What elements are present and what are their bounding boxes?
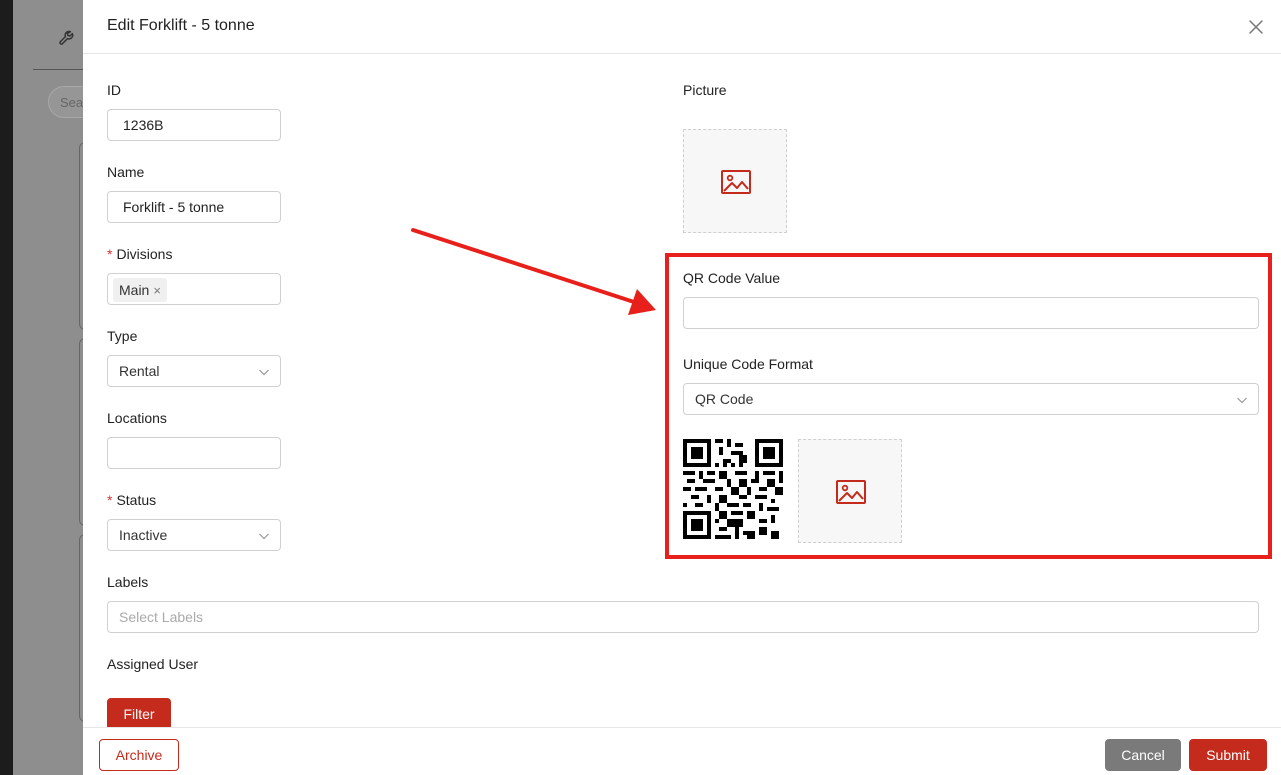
background-app: Sea <box>13 0 83 775</box>
name-input[interactable]: Forklift - 5 tonne <box>107 191 281 223</box>
filter-button[interactable]: Filter <box>107 698 171 730</box>
labels-placeholder: Select Labels <box>119 609 204 625</box>
required-mark: * <box>107 246 113 262</box>
modal-title: Edit Forklift - 5 tonne <box>107 17 255 34</box>
locations-label: Locations <box>107 410 167 426</box>
tag-remove-icon[interactable]: × <box>153 283 161 298</box>
divisions-label-text: Divisions <box>116 246 173 262</box>
annotation-highlight-box <box>665 253 1272 559</box>
chevron-down-icon <box>259 369 269 376</box>
background-search-input: Sea <box>48 86 83 118</box>
cancel-button[interactable]: Cancel <box>1105 739 1181 771</box>
status-select[interactable]: Inactive <box>107 519 281 551</box>
picture-label: Picture <box>683 82 727 98</box>
archive-button[interactable]: Archive <box>99 739 179 771</box>
wrench-icon <box>59 30 74 45</box>
chevron-down-icon <box>259 533 269 540</box>
window-edge <box>0 0 13 775</box>
status-label-text: Status <box>116 492 157 508</box>
assigned-user-label: Assigned User <box>107 656 199 672</box>
division-tag: Main × <box>113 278 167 302</box>
labels-select[interactable]: Select Labels <box>107 601 1259 633</box>
locations-input[interactable] <box>107 437 281 469</box>
division-tag-label: Main <box>119 282 150 298</box>
type-select[interactable]: Rental <box>107 355 281 387</box>
type-label: Type <box>107 328 138 344</box>
name-label: Name <box>107 164 145 180</box>
close-icon[interactable] <box>1247 18 1265 36</box>
picture-upload[interactable] <box>683 129 787 233</box>
id-input[interactable]: 1236B <box>107 109 281 141</box>
modal-footer: Archive Cancel Submit <box>83 727 1281 775</box>
background-divider <box>33 69 83 70</box>
divisions-multiselect[interactable]: Main × <box>107 273 281 305</box>
divisions-label: * Divisions <box>107 246 172 262</box>
status-label: * Status <box>107 492 156 508</box>
status-select-value: Inactive <box>119 527 168 543</box>
required-mark: * <box>107 492 113 508</box>
image-icon <box>721 170 751 194</box>
labels-label: Labels <box>107 574 149 590</box>
id-label: ID <box>107 82 121 98</box>
submit-button[interactable]: Submit <box>1189 739 1267 771</box>
modal-header: Edit Forklift - 5 tonne <box>83 0 1281 54</box>
type-select-value: Rental <box>119 363 160 379</box>
